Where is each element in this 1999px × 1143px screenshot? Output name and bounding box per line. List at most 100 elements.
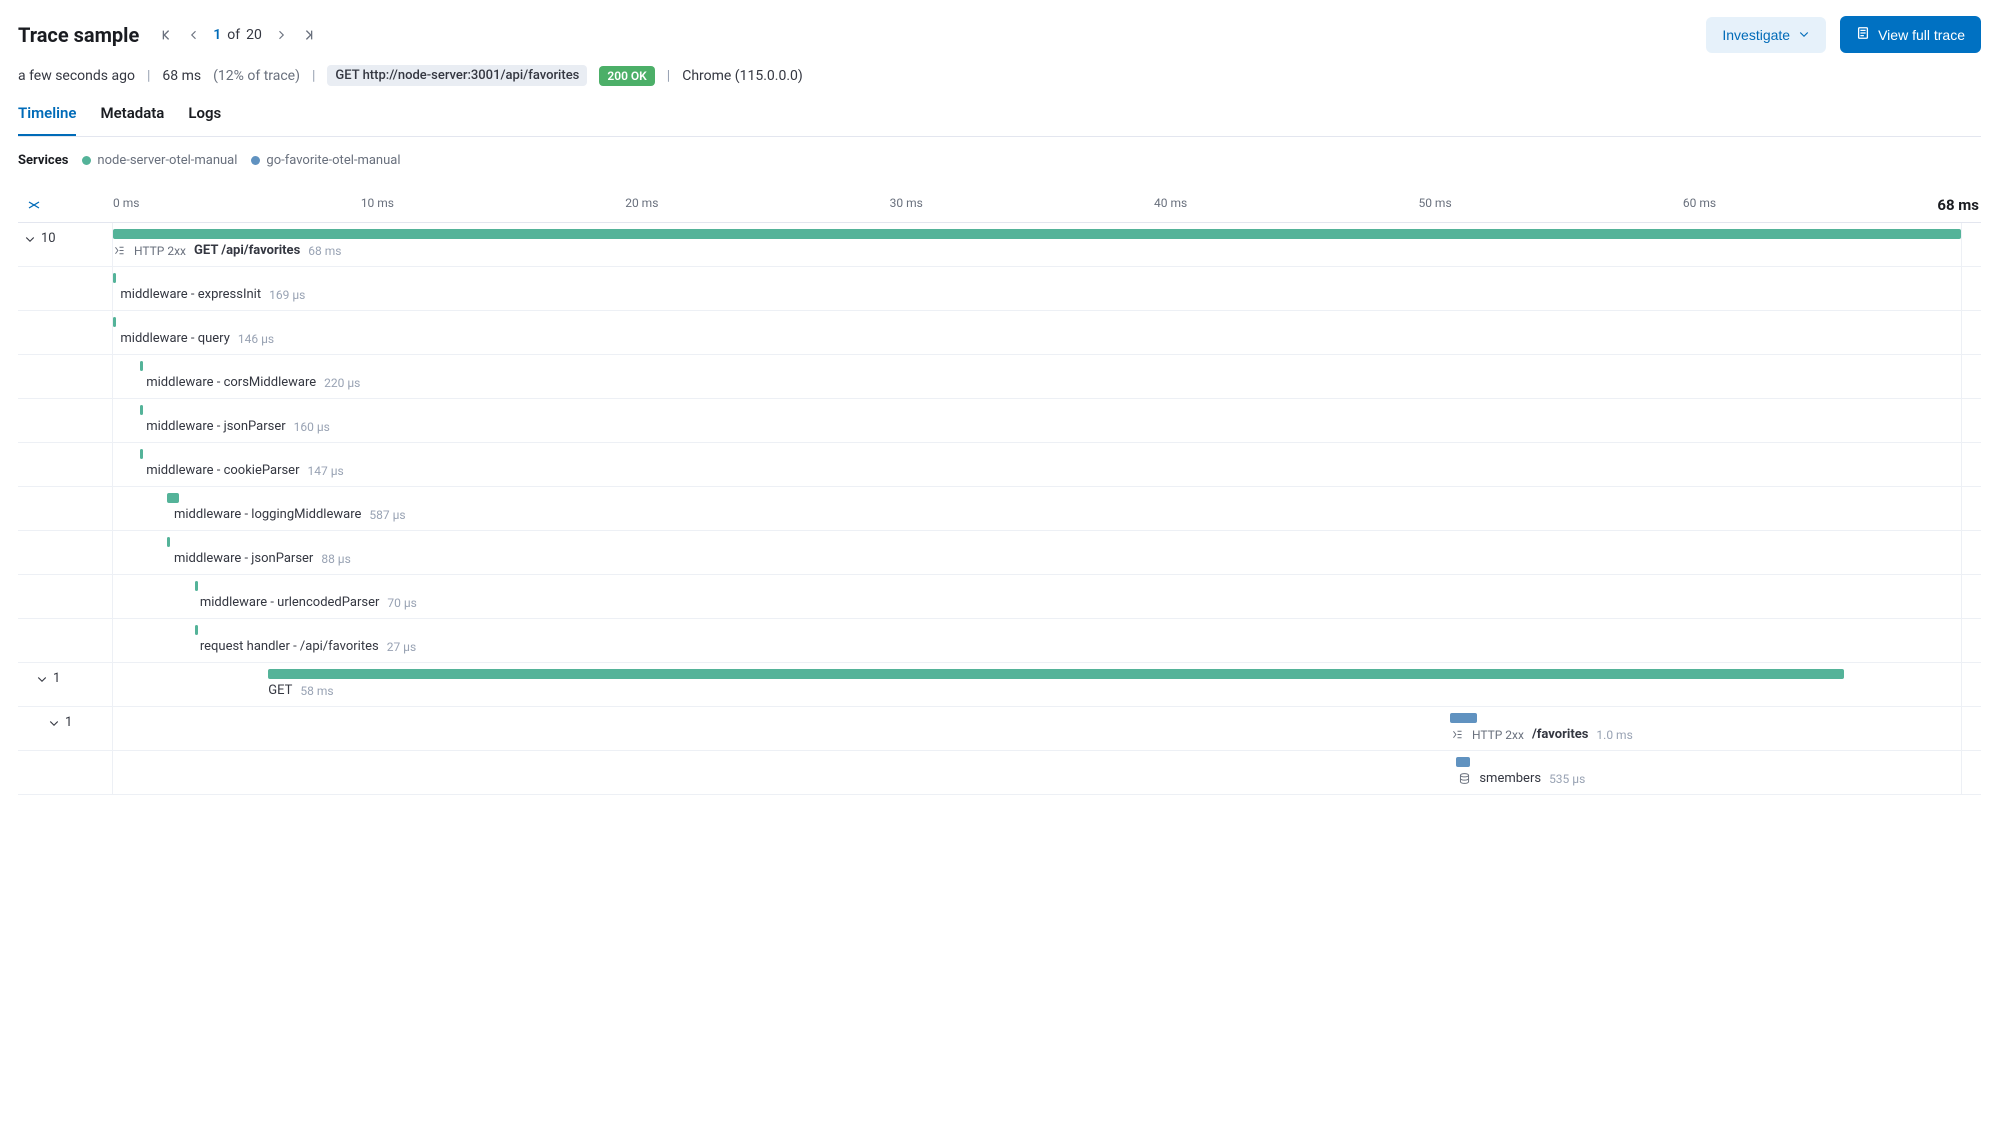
pager-total: 20 [246,27,262,43]
pager-prev-icon[interactable] [185,26,203,44]
span-name: /favorites [1532,727,1588,742]
tab-metadata[interactable]: Metadata [100,104,164,136]
span-duration: 535 µs [1549,772,1585,786]
service-legend-item[interactable]: node-server-otel-manual [82,153,237,168]
span-name: middleware - urlencodedParser [200,595,380,610]
pager-first-icon[interactable] [157,26,175,44]
span-duration: 169 µs [269,288,305,302]
meta-row: a few seconds ago | 68 ms (12% of trace)… [18,65,1981,86]
span-bar[interactable] [1456,757,1471,767]
tab-timeline[interactable]: Timeline [18,104,76,136]
span-duration: 146 µs [238,332,274,346]
span-row[interactable]: middleware - jsonParser 88 µs [18,531,1981,575]
http-status: HTTP 2xx [1472,728,1524,742]
pager-last-icon[interactable] [300,26,318,44]
service-name: go-favorite-otel-manual [266,153,400,168]
span-row[interactable]: middleware - cookieParser 147 µs [18,443,1981,487]
span-name: middleware - jsonParser [146,419,285,434]
meta-duration: 68 ms [162,68,201,84]
document-icon [1856,26,1870,43]
span-duration: 70 µs [387,596,416,610]
span-row[interactable]: smembers 535 µs [18,751,1981,795]
dot-icon [82,156,91,165]
expand-toggle[interactable]: 10 [24,231,56,246]
span-bar[interactable] [113,229,1961,239]
service-legend-item[interactable]: go-favorite-otel-manual [251,153,400,168]
span-row[interactable]: middleware - jsonParser 160 µs [18,399,1981,443]
investigate-button[interactable]: Investigate [1706,17,1826,53]
span-bar[interactable] [140,449,143,459]
span-name: middleware - cookieParser [146,463,299,478]
span-icon [1451,728,1464,741]
meta-pct: (12% of trace) [213,68,300,84]
span-row[interactable]: middleware - corsMiddleware 220 µs [18,355,1981,399]
meta-client: Chrome (115.0.0.0) [682,68,803,84]
span-name: middleware - loggingMiddleware [174,507,361,522]
service-name: node-server-otel-manual [97,153,237,168]
span-name: middleware - query [120,331,229,346]
status-chip: 200 OK [599,66,654,86]
span-row[interactable]: middleware - expressInit 169 µs [18,267,1981,311]
page-title: Trace sample [18,23,139,47]
view-full-label: View full trace [1878,27,1965,43]
span-row[interactable]: 1 HTTP 2xx/favorites 1.0 ms [18,707,1981,751]
chevron-down-icon [1798,27,1810,43]
span-duration: 68 ms [308,244,341,258]
span-bar[interactable] [167,537,170,547]
span-bar[interactable] [268,669,1844,679]
span-row[interactable]: middleware - loggingMiddleware 587 µs [18,487,1981,531]
span-bar[interactable] [140,405,143,415]
database-icon [1458,772,1471,785]
pager-of-label: of [227,27,240,43]
span-name: middleware - jsonParser [174,551,313,566]
span-bar[interactable] [167,493,179,503]
span-name: GET [268,683,292,698]
investigate-label: Investigate [1722,27,1790,43]
span-row[interactable]: request handler - /api/favorites 27 µs [18,619,1981,663]
span-duration: 160 µs [294,420,330,434]
span-name: middleware - corsMiddleware [146,375,316,390]
tab-logs[interactable]: Logs [188,104,221,136]
http-status: HTTP 2xx [134,244,186,258]
span-name: smembers [1479,771,1541,786]
span-bar[interactable] [1450,713,1477,723]
expand-toggle[interactable]: 1 [48,715,72,730]
span-bar[interactable] [195,581,198,591]
request-chip[interactable]: GET http://node-server:3001/api/favorite… [327,65,587,86]
expand-toggle[interactable]: 1 [36,671,60,686]
axis-tick: 40 ms [1154,196,1187,210]
span-row[interactable]: middleware - urlencodedParser 70 µs [18,575,1981,619]
span-row[interactable]: middleware - query 146 µs [18,311,1981,355]
span-bar[interactable] [113,273,116,283]
span-name: middleware - expressInit [120,287,261,302]
span-duration: 1.0 ms [1596,728,1632,742]
span-row[interactable]: 1 GET 58 ms [18,663,1981,707]
axis-tick: 60 ms [1683,196,1716,210]
collapse-all-icon[interactable] [26,197,42,213]
axis-tick: 30 ms [890,196,923,210]
axis-tick: 0 ms [113,196,139,210]
meta-age: a few seconds ago [18,68,135,84]
span-name: request handler - /api/favorites [200,639,379,654]
span-duration: 58 ms [300,684,333,698]
pager-next-icon[interactable] [272,26,290,44]
axis-tick: 10 ms [361,196,394,210]
span-duration: 220 µs [324,376,360,390]
span-bar[interactable] [195,625,198,635]
axis-tick: 20 ms [625,196,658,210]
span-bar[interactable] [140,361,143,371]
pager-current: 1 [213,27,221,43]
pager: 1 of 20 [157,26,318,44]
span-duration: 88 µs [321,552,350,566]
axis-tick: 50 ms [1418,196,1451,210]
span-row[interactable]: 10 HTTP 2xx GET /api/favorites 68 ms [18,223,1981,267]
axis-end: 68 ms [1911,196,1981,214]
span-duration: 587 µs [369,508,405,522]
span-name: GET /api/favorites [194,243,300,258]
view-full-trace-button[interactable]: View full trace [1840,16,1981,53]
span-duration: 27 µs [387,640,416,654]
span-bar[interactable] [113,317,116,327]
span-icon [113,244,126,257]
dot-icon [251,156,260,165]
span-duration: 147 µs [307,464,343,478]
